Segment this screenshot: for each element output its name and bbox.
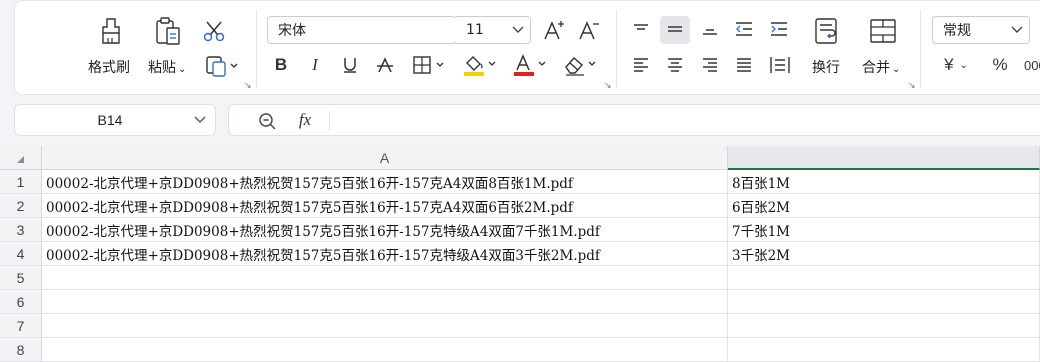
cell-b[interactable]: 8百张1M [728, 170, 1040, 194]
paste-text: 粘贴 [148, 60, 176, 76]
paste-dropdown-icon[interactable]: ⌄ [178, 64, 186, 75]
paste-label[interactable]: 粘贴 ⌄ [148, 57, 186, 77]
font-size-select[interactable]: 11 [456, 16, 531, 44]
cell-b[interactable] [728, 290, 1040, 314]
bold-icon[interactable]: B [271, 53, 291, 77]
align-middle-icon[interactable] [664, 18, 686, 40]
decrease-indent-icon[interactable] [733, 18, 755, 40]
select-all-corner[interactable] [0, 146, 42, 170]
name-box[interactable]: B14 [14, 104, 216, 136]
distributed-align-icon[interactable] [768, 54, 792, 76]
underline-icon[interactable] [340, 53, 360, 77]
chevron-down-icon[interactable] [185, 116, 215, 124]
copy-icon[interactable] [203, 52, 241, 80]
separator [616, 10, 617, 88]
row-header[interactable]: 4 [0, 242, 42, 266]
ribbon-toolbar [14, 0, 1040, 95]
align-left-icon[interactable] [630, 54, 652, 76]
cell-a[interactable] [42, 290, 728, 314]
currency-symbol: ¥ [944, 55, 954, 74]
font-name-select[interactable]: 宋体 [267, 16, 457, 44]
insert-function-icon[interactable]: fx [293, 109, 317, 131]
align-center-icon[interactable] [664, 54, 686, 76]
wrap-text-label[interactable]: 换行 [812, 57, 840, 77]
row-header[interactable]: 8 [0, 338, 42, 362]
font-size-value: 11 [466, 22, 484, 38]
formula-bar: fx [228, 104, 1040, 136]
column-header-b[interactable] [728, 146, 1040, 170]
chevron-down-icon[interactable] [506, 26, 530, 34]
merge-cells-icon[interactable] [868, 16, 898, 46]
chevron-down-icon[interactable]: ⌄ [960, 60, 968, 71]
fill-color-icon[interactable] [461, 52, 499, 78]
row-header[interactable]: 7 [0, 314, 42, 338]
row-header[interactable]: 6 [0, 290, 42, 314]
cell-b[interactable] [728, 314, 1040, 338]
alignment-dialog-launcher-icon[interactable]: ↘ [908, 80, 916, 91]
zoom-icon[interactable] [257, 111, 277, 131]
clipboard-dialog-launcher-icon[interactable]: ↘ [244, 80, 252, 91]
percent-symbol: % [992, 55, 1008, 74]
increase-indent-icon[interactable] [768, 18, 790, 40]
cell-a[interactable] [42, 266, 728, 290]
merge-text: 合并 [862, 60, 890, 76]
separator [329, 111, 330, 131]
align-right-icon[interactable] [699, 54, 721, 76]
italic-icon[interactable]: I [305, 53, 325, 77]
fx-label: fx [298, 110, 312, 129]
cut-icon[interactable] [200, 17, 228, 45]
name-box-value[interactable]: B14 [15, 112, 185, 128]
number-format-select[interactable]: 常规 [932, 16, 1030, 44]
format-painter-icon[interactable] [96, 16, 126, 46]
merge-cells-label[interactable]: 合并 ⌄ [862, 57, 900, 77]
column-header-a[interactable]: A [42, 146, 728, 170]
separator [256, 10, 257, 88]
font-dialog-launcher-icon[interactable]: ↘ [604, 80, 612, 91]
percent-format-button[interactable]: % [988, 53, 1012, 77]
cell-b[interactable] [728, 266, 1040, 290]
number-format-value: 常规 [943, 23, 971, 39]
paste-icon[interactable] [153, 16, 183, 46]
spreadsheet-grid[interactable]: A 1 00002-北京代理+京DD0908+热烈祝贺157克5百张16开-157… [0, 146, 1040, 362]
formula-input[interactable] [339, 105, 1040, 135]
increase-font-size-icon[interactable] [542, 17, 568, 43]
cell-b[interactable]: 6百张2M [728, 194, 1040, 218]
row-header[interactable]: 2 [0, 194, 42, 218]
cell-b[interactable]: 7千张1M [728, 218, 1040, 242]
cell-a[interactable] [42, 314, 728, 338]
decrease-font-size-icon[interactable] [577, 17, 603, 43]
justify-icon[interactable] [733, 54, 755, 76]
clear-format-icon[interactable] [561, 52, 599, 78]
strikethrough-icon[interactable] [375, 53, 395, 77]
format-painter-label[interactable]: 格式刷 [88, 57, 130, 77]
cell-a[interactable]: 00002-北京代理+京DD0908+热烈祝贺157克5百张16开-157克特级… [42, 242, 728, 266]
row-header[interactable]: 3 [0, 218, 42, 242]
cell-a[interactable]: 00002-北京代理+京DD0908+热烈祝贺157克5百张16开-157克A4… [42, 170, 728, 194]
font-color-icon[interactable] [511, 52, 549, 78]
align-bottom-icon[interactable] [699, 18, 721, 40]
row-header[interactable]: 5 [0, 266, 42, 290]
chevron-down-icon[interactable] [1005, 26, 1029, 34]
currency-format-button[interactable]: ¥ ⌄ [938, 53, 974, 77]
borders-icon[interactable] [411, 53, 447, 77]
font-name-value: 宋体 [278, 23, 306, 39]
cell-a[interactable] [42, 338, 728, 362]
align-top-icon[interactable] [630, 18, 652, 40]
row-header[interactable]: 1 [0, 170, 42, 194]
merge-dropdown-icon[interactable]: ⌄ [892, 64, 900, 75]
cell-a[interactable]: 00002-北京代理+京DD0908+热烈祝贺157克5百张16开-157克特级… [42, 218, 728, 242]
thousands-separator-icon[interactable]: 000 [1024, 53, 1040, 77]
separator [920, 10, 921, 88]
wrap-text-icon[interactable] [812, 16, 842, 46]
cell-b[interactable] [728, 338, 1040, 362]
cell-b[interactable]: 3千张2M [728, 242, 1040, 266]
cell-a[interactable]: 00002-北京代理+京DD0908+热烈祝贺157克5百张16开-157克A4… [42, 194, 728, 218]
